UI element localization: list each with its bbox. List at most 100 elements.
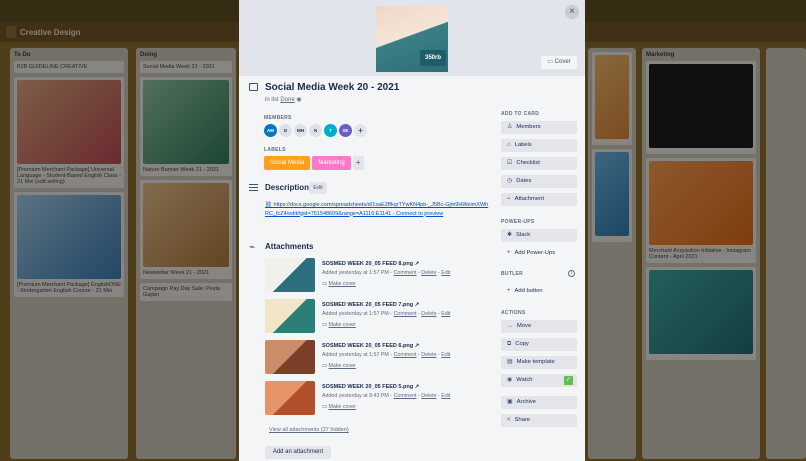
paperclip-icon: ⌁ [249,242,256,253]
actions-heading: ACTIONS [501,310,526,316]
attachment-meta: Added yesterday at 8:43 PM - Comment - D… [322,393,451,399]
list-link[interactable]: Done [280,97,294,103]
description-title: Description [265,183,310,192]
delete-link[interactable]: Delete [421,311,436,317]
archive-icon: ▣ [507,399,513,405]
eye-icon: ◉ [507,377,513,383]
labels-row: Social Media Marketing + [264,156,364,170]
attachment-meta: Added yesterday at 1:57 PM - Comment - D… [322,352,451,358]
attachment-item: SOSMED WEEK 20_05 FEED 8.png ↗ Added yes… [265,258,495,294]
link-icon: ⛓ [265,202,274,208]
checklist-button[interactable]: ☑ Checklist [501,157,577,170]
make-template-button[interactable]: ▤ Make template [501,356,577,369]
cover-image: 350rb [376,6,448,72]
labels-button[interactable]: ⌂ Labels [501,139,577,152]
move-button[interactable]: → Move [501,320,577,333]
description-link[interactable]: ⛓ https://docs.google.com/spreadsheets/d… [265,201,491,218]
delete-link[interactable]: Delete [421,352,436,358]
attachment-name[interactable]: SOSMED WEEK 20_05 FEED 8.png ↗ [322,261,419,267]
eye-icon: ◉ [296,97,302,103]
info-icon[interactable]: i [568,270,575,277]
attachment-thumbnail[interactable] [265,381,315,415]
label-chip[interactable]: Marketing [312,156,351,170]
members-row: AM G MH N T SE + [264,124,367,137]
copy-icon: ⧉ [507,341,512,347]
power-ups-heading: POWER-UPS [501,219,535,225]
view-all-attachments-link[interactable]: View all attachments (27 hidden) [269,427,349,433]
template-icon: ▤ [507,359,513,365]
attachment-thumbnail[interactable] [265,258,315,292]
avatar[interactable]: G [279,124,292,137]
attachment-thumbnail[interactable] [265,299,315,333]
cover-badge: 350rb [420,50,446,66]
arrow-right-icon: → [507,323,513,329]
add-attachment-button[interactable]: Add an attachment [265,446,331,459]
avatar[interactable]: SE [339,124,352,137]
copy-button[interactable]: ⧉ Copy [501,338,577,351]
paperclip-icon: ⌁ [507,196,511,202]
attachment-meta: Added yesterday at 1:57 PM - Comment - D… [322,311,451,317]
edit-link[interactable]: Edit [441,393,450,399]
description-icon [249,184,258,191]
card-title[interactable]: Social Media Week 20 - 2021 [265,82,399,93]
edit-link[interactable]: Edit [441,311,450,317]
check-icon: ✓ [564,376,573,385]
add-button-button[interactable]: + Add button [501,285,577,298]
edit-link[interactable]: Edit [441,352,450,358]
comment-link[interactable]: Comment [394,393,417,399]
cover-button[interactable]: ▭ Cover [541,56,577,69]
card-cover: 350rb × ▭ Cover [239,0,585,76]
in-list-text: in list Done ◉ [265,97,302,103]
attachment-name[interactable]: SOSMED WEEK 20_05 FEED 5.png ↗ [322,384,419,390]
plus-icon: + [507,250,511,256]
attachment-item: SOSMED WEEK 20_05 FEED 5.png ↗ Added yes… [265,381,495,417]
comment-link[interactable]: Comment [394,311,417,317]
share-button[interactable]: < Share [501,414,577,427]
comment-link[interactable]: Comment [394,270,417,276]
archive-button[interactable]: ▣ Archive [501,396,577,409]
attachment-name[interactable]: SOSMED WEEK 20_05 FEED 7.png ↗ [322,302,419,308]
label-chip[interactable]: Social Media [264,156,311,170]
clock-icon: ◷ [507,178,513,184]
avatar[interactable]: MH [294,124,307,137]
close-button[interactable]: × [565,5,579,19]
edit-description-button[interactable]: Edit [309,182,327,194]
delete-link[interactable]: Delete [421,393,436,399]
avatar[interactable]: AM [264,124,277,137]
dates-button[interactable]: ◷ Dates [501,175,577,188]
add-label-button[interactable]: + [352,156,364,170]
card-icon [249,83,258,91]
attachment-name[interactable]: SOSMED WEEK 20_05 FEED 6.png ↗ [322,343,419,349]
make-cover-link[interactable]: ▭ Make cover [322,281,356,287]
members-label: MEMBERS [264,115,292,121]
person-icon: ♙ [507,124,513,130]
edit-link[interactable]: Edit [441,270,450,276]
attachment-thumbnail[interactable] [265,340,315,374]
delete-link[interactable]: Delete [421,270,436,276]
add-member-button[interactable]: + [354,124,367,137]
slack-icon: ✱ [507,232,513,238]
watch-button[interactable]: ◉ Watch ✓ [501,374,577,387]
avatar[interactable]: T [324,124,337,137]
add-to-card-heading: ADD TO CARD [501,111,540,117]
make-cover-link[interactable]: ▭ Make cover [322,322,356,328]
share-icon: < [507,417,511,423]
comment-link[interactable]: Comment [394,352,417,358]
members-button[interactable]: ♙ Members [501,121,577,134]
add-power-ups-button[interactable]: + Add Power-Ups [501,247,577,260]
make-cover-link[interactable]: ▭ Make cover [322,363,356,369]
attachment-item: SOSMED WEEK 20_05 FEED 6.png ↗ Added yes… [265,340,495,376]
butler-heading: BUTLER [501,271,524,277]
avatar[interactable]: N [309,124,322,137]
slack-button[interactable]: ✱ Slack [501,229,577,242]
attachments-title: Attachments [265,242,314,251]
attachment-item: SOSMED WEEK 20_05 FEED 7.png ↗ Added yes… [265,299,495,335]
card-detail-modal: 350rb × ▭ Cover Social Media Week 20 - 2… [239,0,585,461]
checklist-icon: ☑ [507,160,513,166]
tag-icon: ⌂ [507,142,511,148]
attachment-button[interactable]: ⌁ Attachment [501,193,577,206]
attachment-meta: Added yesterday at 1:57 PM - Comment - D… [322,270,451,276]
make-cover-link[interactable]: ▭ Make cover [322,404,356,410]
labels-label: LABELS [264,147,286,153]
plus-icon: + [507,288,511,294]
